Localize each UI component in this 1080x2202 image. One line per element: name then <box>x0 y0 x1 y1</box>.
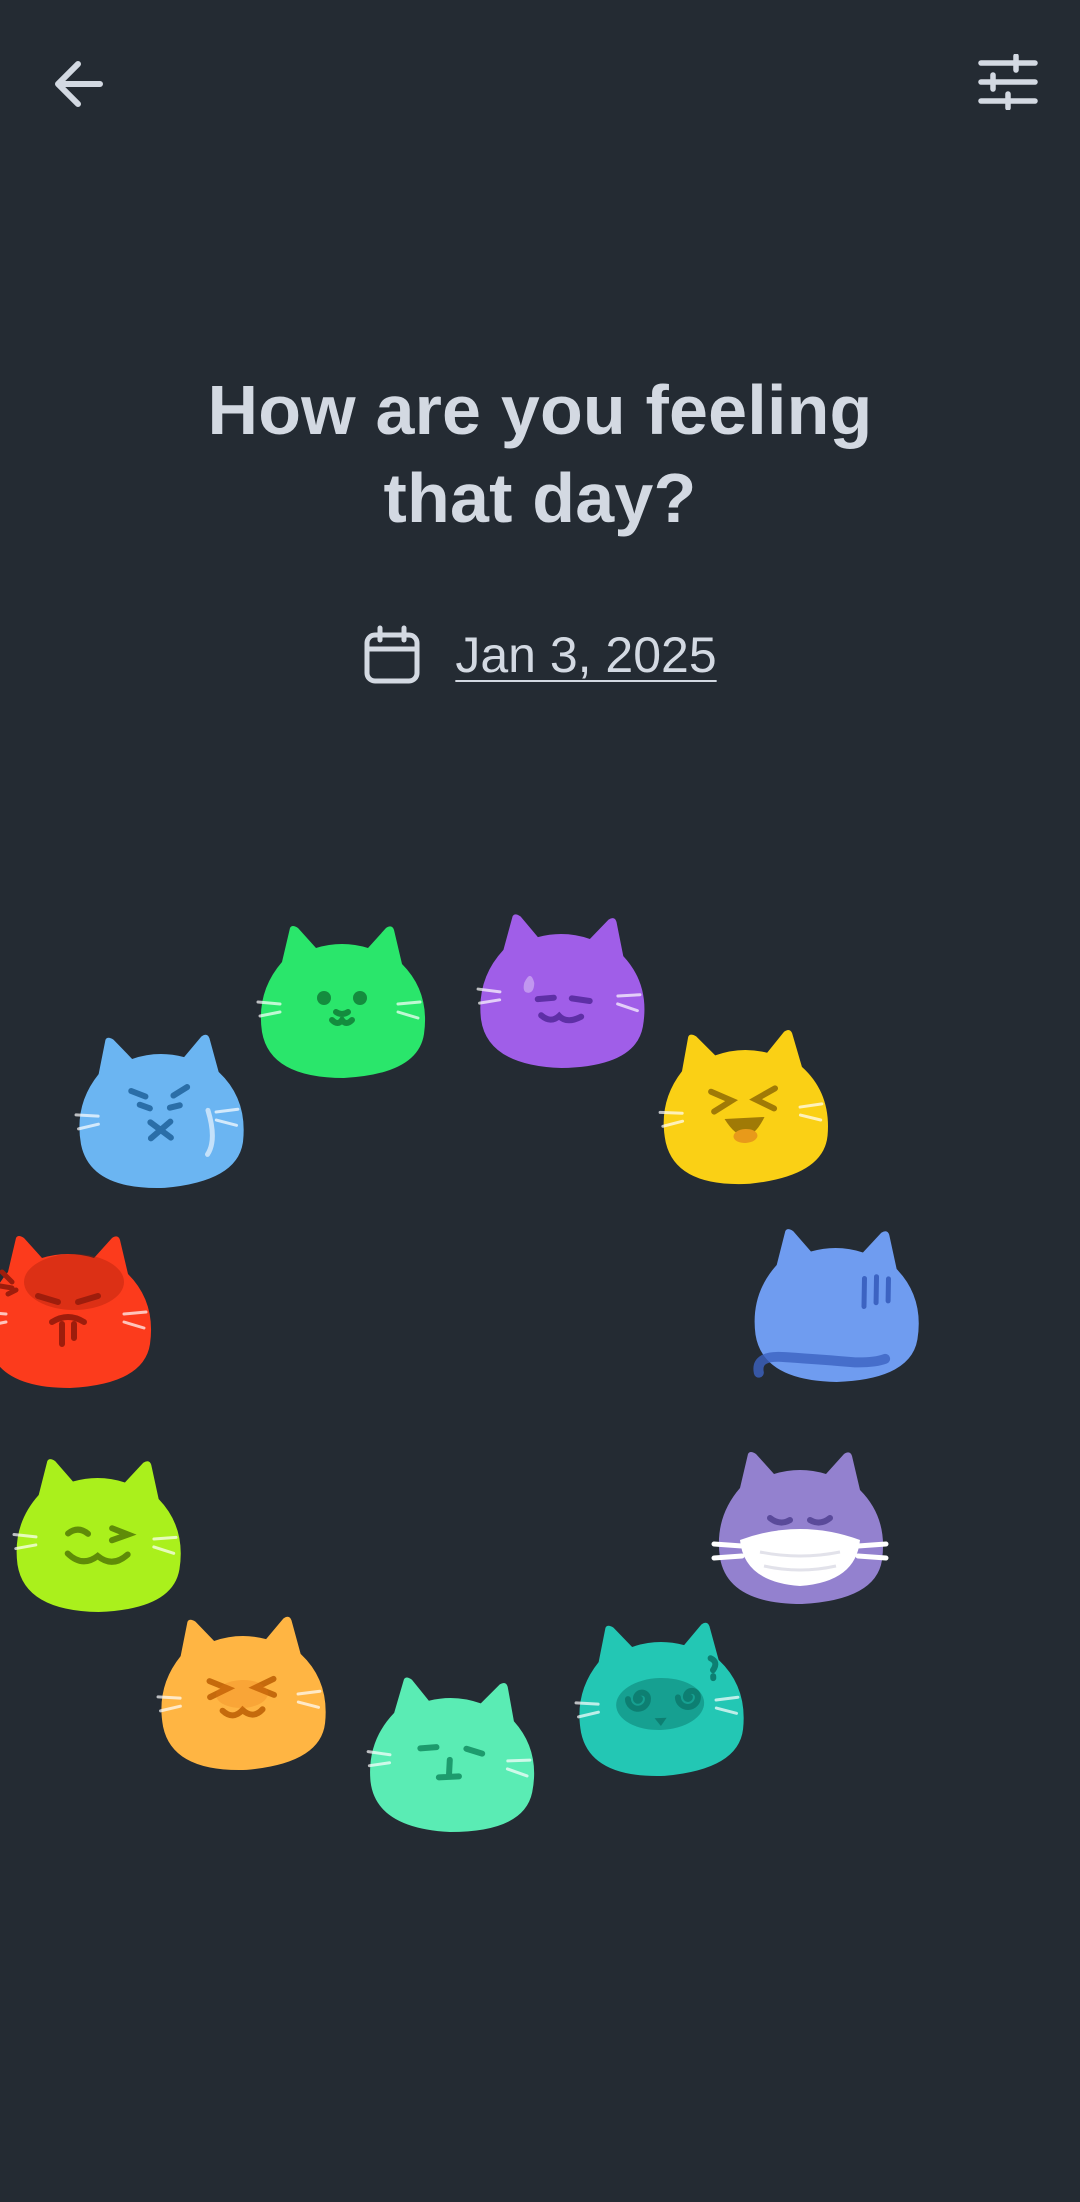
settings-button[interactable] <box>960 34 1056 130</box>
cat-happy-icon <box>156 1616 326 1770</box>
cat-dizzy-icon <box>574 1622 744 1776</box>
title-line-2: that day? <box>383 459 697 537</box>
date-label[interactable]: Jan 3, 2025 <box>455 626 716 684</box>
cat-sick-icon <box>711 1452 889 1604</box>
mood-dizzy-button[interactable] <box>567 1617 752 1783</box>
cat-meh-icon <box>366 1677 535 1833</box>
mood-playful-button[interactable] <box>7 1454 190 1617</box>
mood-sick-button[interactable] <box>710 1448 890 1608</box>
cat-laughing-icon <box>658 1030 828 1185</box>
date-selector[interactable]: Jan 3, 2025 <box>0 620 1080 690</box>
mood-happy-button[interactable] <box>149 1611 334 1777</box>
mood-calm-button[interactable] <box>252 922 432 1082</box>
cat-playful-icon <box>12 1459 181 1613</box>
top-bar <box>0 0 1080 170</box>
mood-tired-button[interactable] <box>745 1224 928 1387</box>
mood-meh-button[interactable] <box>358 1671 546 1840</box>
calendar-icon <box>364 625 420 684</box>
cat-sad-icon <box>74 1034 244 1188</box>
mood-angry-button[interactable] <box>0 1232 158 1392</box>
cat-awkward-icon <box>476 914 645 1069</box>
sliders-icon <box>978 54 1038 110</box>
cat-angry-icon <box>0 1236 151 1388</box>
mood-awkward-button[interactable] <box>469 909 654 1075</box>
mood-sad-button[interactable] <box>67 1029 252 1195</box>
page-title: How are you feeling that day? <box>0 366 1080 542</box>
title-line-1: How are you feeling <box>207 371 873 449</box>
mood-laughing-button[interactable] <box>650 1023 838 1192</box>
arrow-left-icon <box>55 61 103 107</box>
cat-calm-icon <box>256 926 426 1078</box>
back-button[interactable] <box>30 36 126 132</box>
cat-tired-icon <box>753 1229 919 1383</box>
